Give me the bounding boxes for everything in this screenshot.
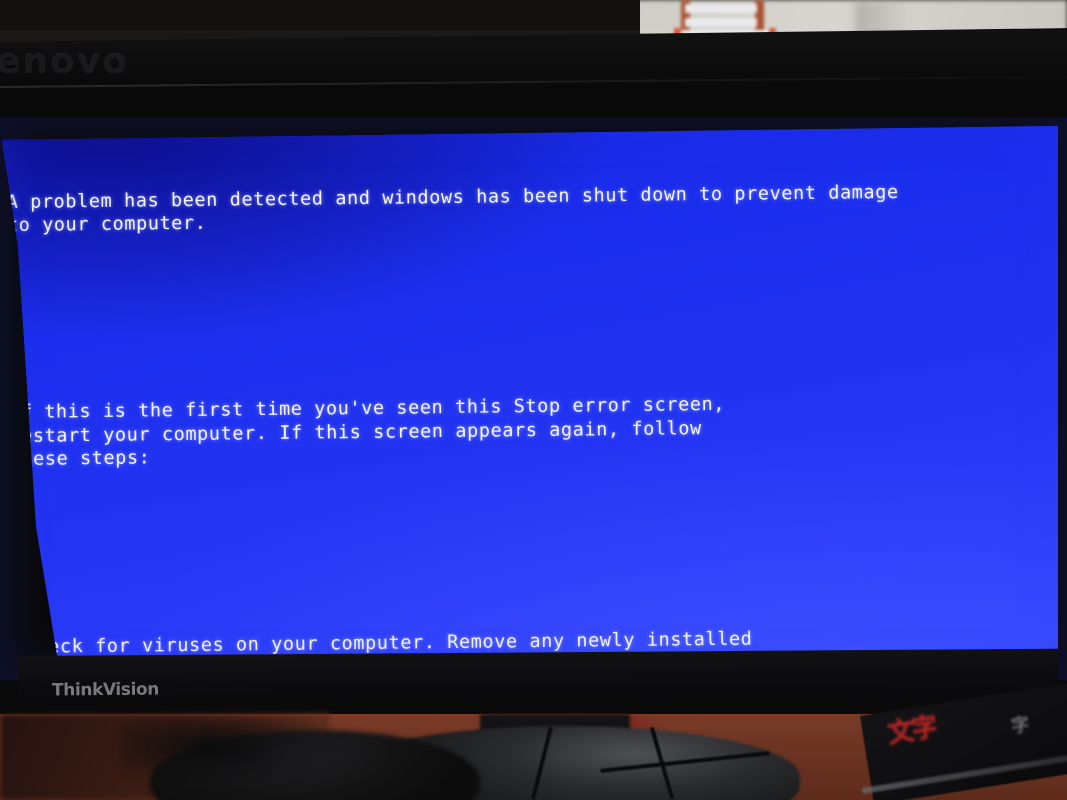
keyboard-shadow (120, 718, 360, 788)
thinkvision-logo: ThinkVision (51, 679, 160, 701)
bezel-bottom (18, 648, 1059, 718)
lcd-screen: A problem has been detected and windows … (2, 126, 1058, 671)
screen-vignette (2, 126, 1058, 671)
lenovo-logo: enovo (0, 40, 129, 81)
mousepad-text-secondary: 字 (1009, 714, 1031, 738)
photo-scene: enovo A problem has been detected and wi… (0, 0, 1067, 800)
